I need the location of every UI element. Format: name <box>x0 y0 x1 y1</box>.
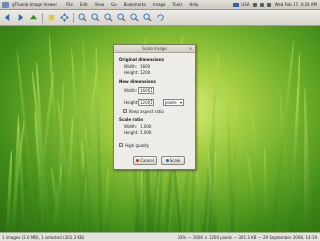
bookmark-icon[interactable] <box>46 12 57 23</box>
ratio-width-label: Width: <box>124 124 137 129</box>
original-heading: Original dimensions <box>119 57 164 62</box>
top-panel: gThumb Image Viewer File Edit View Go Bo… <box>0 0 320 10</box>
unit-value: pixels <box>165 100 177 105</box>
high-quality-checkbox[interactable]: ✓ <box>119 143 123 147</box>
cancel-button[interactable]: Cancel <box>133 156 157 165</box>
keep-ratio-checkbox[interactable]: ✓ <box>123 109 127 113</box>
menu-go[interactable]: Go <box>111 2 117 7</box>
scale-image-dialog: Scale Image ✕ Original dimensions Width:… <box>113 44 196 170</box>
app-icon[interactable] <box>2 1 9 8</box>
mail-icon[interactable] <box>266 2 271 7</box>
clock[interactable]: Wed Feb 17, 4:24 AM <box>275 2 317 7</box>
cancel-icon <box>136 159 140 162</box>
scale-label: Scale <box>169 158 181 163</box>
toolbar <box>0 10 320 26</box>
move-icon[interactable] <box>59 12 70 23</box>
zoom-100-icon[interactable] <box>103 12 114 23</box>
width-spinner[interactable]: 1600 ▲ ▼ <box>138 87 154 94</box>
volume-icon[interactable] <box>259 2 264 7</box>
toolbar-separator <box>42 12 43 23</box>
spinner-arrows-icon[interactable]: ▲ ▼ <box>149 100 153 105</box>
up-icon[interactable] <box>28 12 39 23</box>
height-spinner[interactable]: 1200 ▲ ▼ <box>138 99 154 106</box>
zoom-width-icon[interactable] <box>129 12 140 23</box>
chevron-down-icon: ▾ <box>179 100 182 105</box>
back-icon[interactable] <box>2 12 13 23</box>
original-height-label: Height: <box>124 70 139 75</box>
ratio-width-value: 1.000 <box>140 124 152 129</box>
menu-help[interactable]: Help <box>189 2 198 7</box>
dialog-titlebar[interactable]: Scale Image ✕ <box>114 45 195 53</box>
original-width-value: 1600 <box>140 64 151 69</box>
menu-edit[interactable]: Edit <box>80 2 88 7</box>
cancel-label: Cancel <box>140 158 154 163</box>
grass-blade <box>263 147 268 232</box>
grass-blade <box>94 44 103 232</box>
dialog-title: Scale Image <box>142 46 167 51</box>
close-icon[interactable]: ✕ <box>188 46 193 51</box>
height-label: Height: <box>124 100 139 105</box>
menu-bookmarks[interactable]: Bookmarks <box>124 2 146 7</box>
ratio-height-label: Height: <box>124 130 139 135</box>
high-quality-label: High quality <box>125 143 150 148</box>
ratio-height-value: 1.000 <box>140 130 152 135</box>
forward-icon[interactable] <box>15 12 26 23</box>
zoom-out-icon[interactable] <box>90 12 101 23</box>
status-right: 33% — 1600 × 1200 pixels — 301.3 KB — 29… <box>177 234 317 240</box>
scale-ratio-heading: Scale ratio <box>119 117 144 122</box>
original-height-value: 1200 <box>140 70 151 75</box>
original-width-label: Width: <box>124 64 137 69</box>
menu-tools[interactable]: Tools <box>173 2 183 7</box>
toolbar-separator <box>73 12 74 23</box>
menu-file[interactable]: File <box>66 2 73 7</box>
keep-ratio-label: Keep aspect ratio <box>129 109 164 114</box>
flag-icon <box>233 2 240 7</box>
width-label: Width: <box>124 88 137 93</box>
menu-view[interactable]: View <box>95 2 105 7</box>
rotate-icon[interactable] <box>155 12 166 23</box>
app-title: gThumb Image Viewer <box>12 2 58 7</box>
unit-select[interactable]: pixels ▾ <box>163 99 184 106</box>
system-tray: USA Wed Feb 17, 4:24 AM <box>233 0 317 9</box>
scale-icon <box>165 159 169 162</box>
menu-bar: File Edit View Go Bookmarks Image Tools … <box>66 2 205 7</box>
scale-button[interactable]: Scale <box>161 156 185 165</box>
new-dimensions-heading: New dimensions <box>119 79 156 84</box>
status-left: 1 images (2.0 MB), 1 selected (301.3 KB) <box>2 234 85 240</box>
grass-blade <box>230 103 238 232</box>
zoom-fit-icon[interactable] <box>116 12 127 23</box>
network-icon[interactable] <box>252 2 257 7</box>
zoom-in-icon[interactable] <box>77 12 88 23</box>
keyboard-layout[interactable]: USA <box>241 2 249 7</box>
menu-image[interactable]: Image <box>153 2 166 7</box>
spinner-arrows-icon[interactable]: ▲ ▼ <box>149 88 153 93</box>
zoom-height-icon[interactable] <box>142 12 153 23</box>
